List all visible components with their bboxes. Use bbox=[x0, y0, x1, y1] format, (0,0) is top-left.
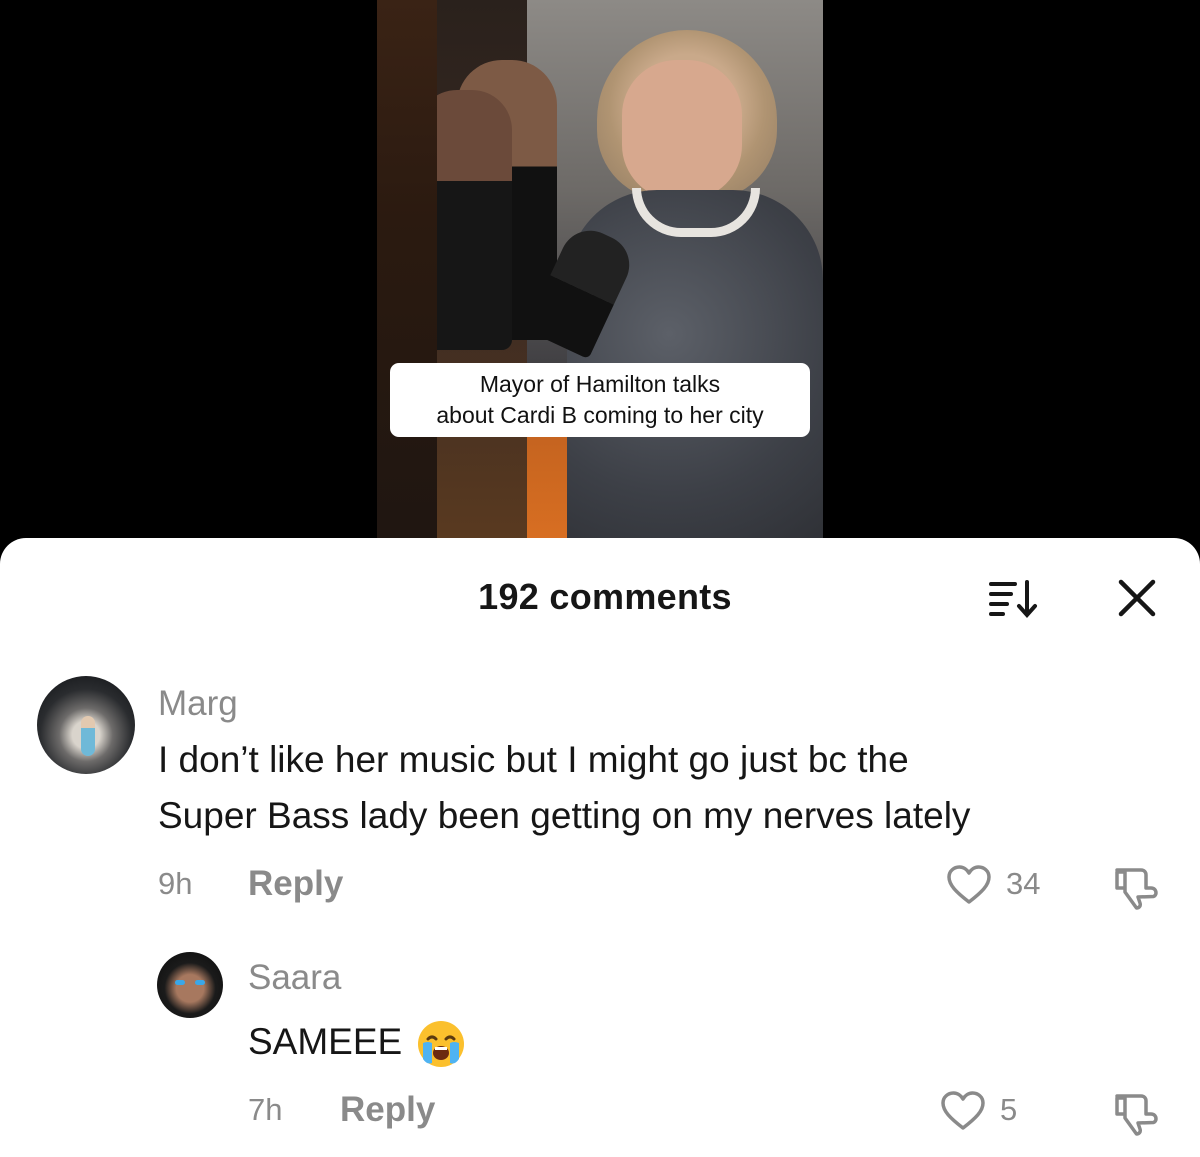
comment-text-line-1: I don’t like her music but I might go ju… bbox=[158, 739, 909, 780]
comment-text-value: SAMEEE bbox=[248, 1021, 403, 1062]
avatar[interactable] bbox=[37, 676, 135, 774]
like-count: 5 bbox=[1000, 1092, 1018, 1127]
comments-sheet: 192 comments Marg I don’t like her music… bbox=[0, 538, 1200, 1157]
loudly-crying-face-icon bbox=[418, 1021, 465, 1068]
comment-text-line-2: Super Bass lady been getting on my nerve… bbox=[158, 795, 971, 836]
reply-button[interactable]: Reply bbox=[248, 864, 343, 904]
comment-timestamp: 9h bbox=[158, 866, 193, 901]
avatar-figure bbox=[81, 716, 95, 756]
comment-author[interactable]: Saara bbox=[248, 958, 341, 998]
like-count: 34 bbox=[1006, 866, 1041, 901]
thumbs-down-icon[interactable] bbox=[1111, 864, 1159, 910]
heart-icon[interactable] bbox=[940, 1090, 986, 1132]
mayor-face bbox=[622, 60, 742, 200]
comment-text: SAMEEE bbox=[248, 1014, 466, 1070]
comment-timestamp: 7h bbox=[248, 1092, 283, 1127]
caption-line-2: about Cardi B coming to her city bbox=[436, 402, 764, 428]
avatar-eye bbox=[175, 980, 185, 985]
heart-icon[interactable] bbox=[946, 864, 992, 906]
video-caption: Mayor of Hamilton talks about Cardi B co… bbox=[390, 363, 810, 437]
interviewer-figure bbox=[377, 0, 437, 545]
avatar[interactable] bbox=[157, 952, 223, 1018]
avatar-eye bbox=[195, 980, 205, 985]
caption-line-1: Mayor of Hamilton talks bbox=[479, 371, 721, 397]
sort-descending-icon[interactable] bbox=[987, 578, 1041, 620]
video-player[interactable]: Mayor of Hamilton talks about Cardi B co… bbox=[0, 0, 1200, 545]
close-icon[interactable] bbox=[1115, 576, 1159, 620]
thumbs-down-icon[interactable] bbox=[1111, 1090, 1159, 1136]
video-frame[interactable] bbox=[377, 0, 823, 545]
reply-button[interactable]: Reply bbox=[340, 1090, 435, 1130]
comment-author[interactable]: Marg bbox=[158, 684, 238, 724]
